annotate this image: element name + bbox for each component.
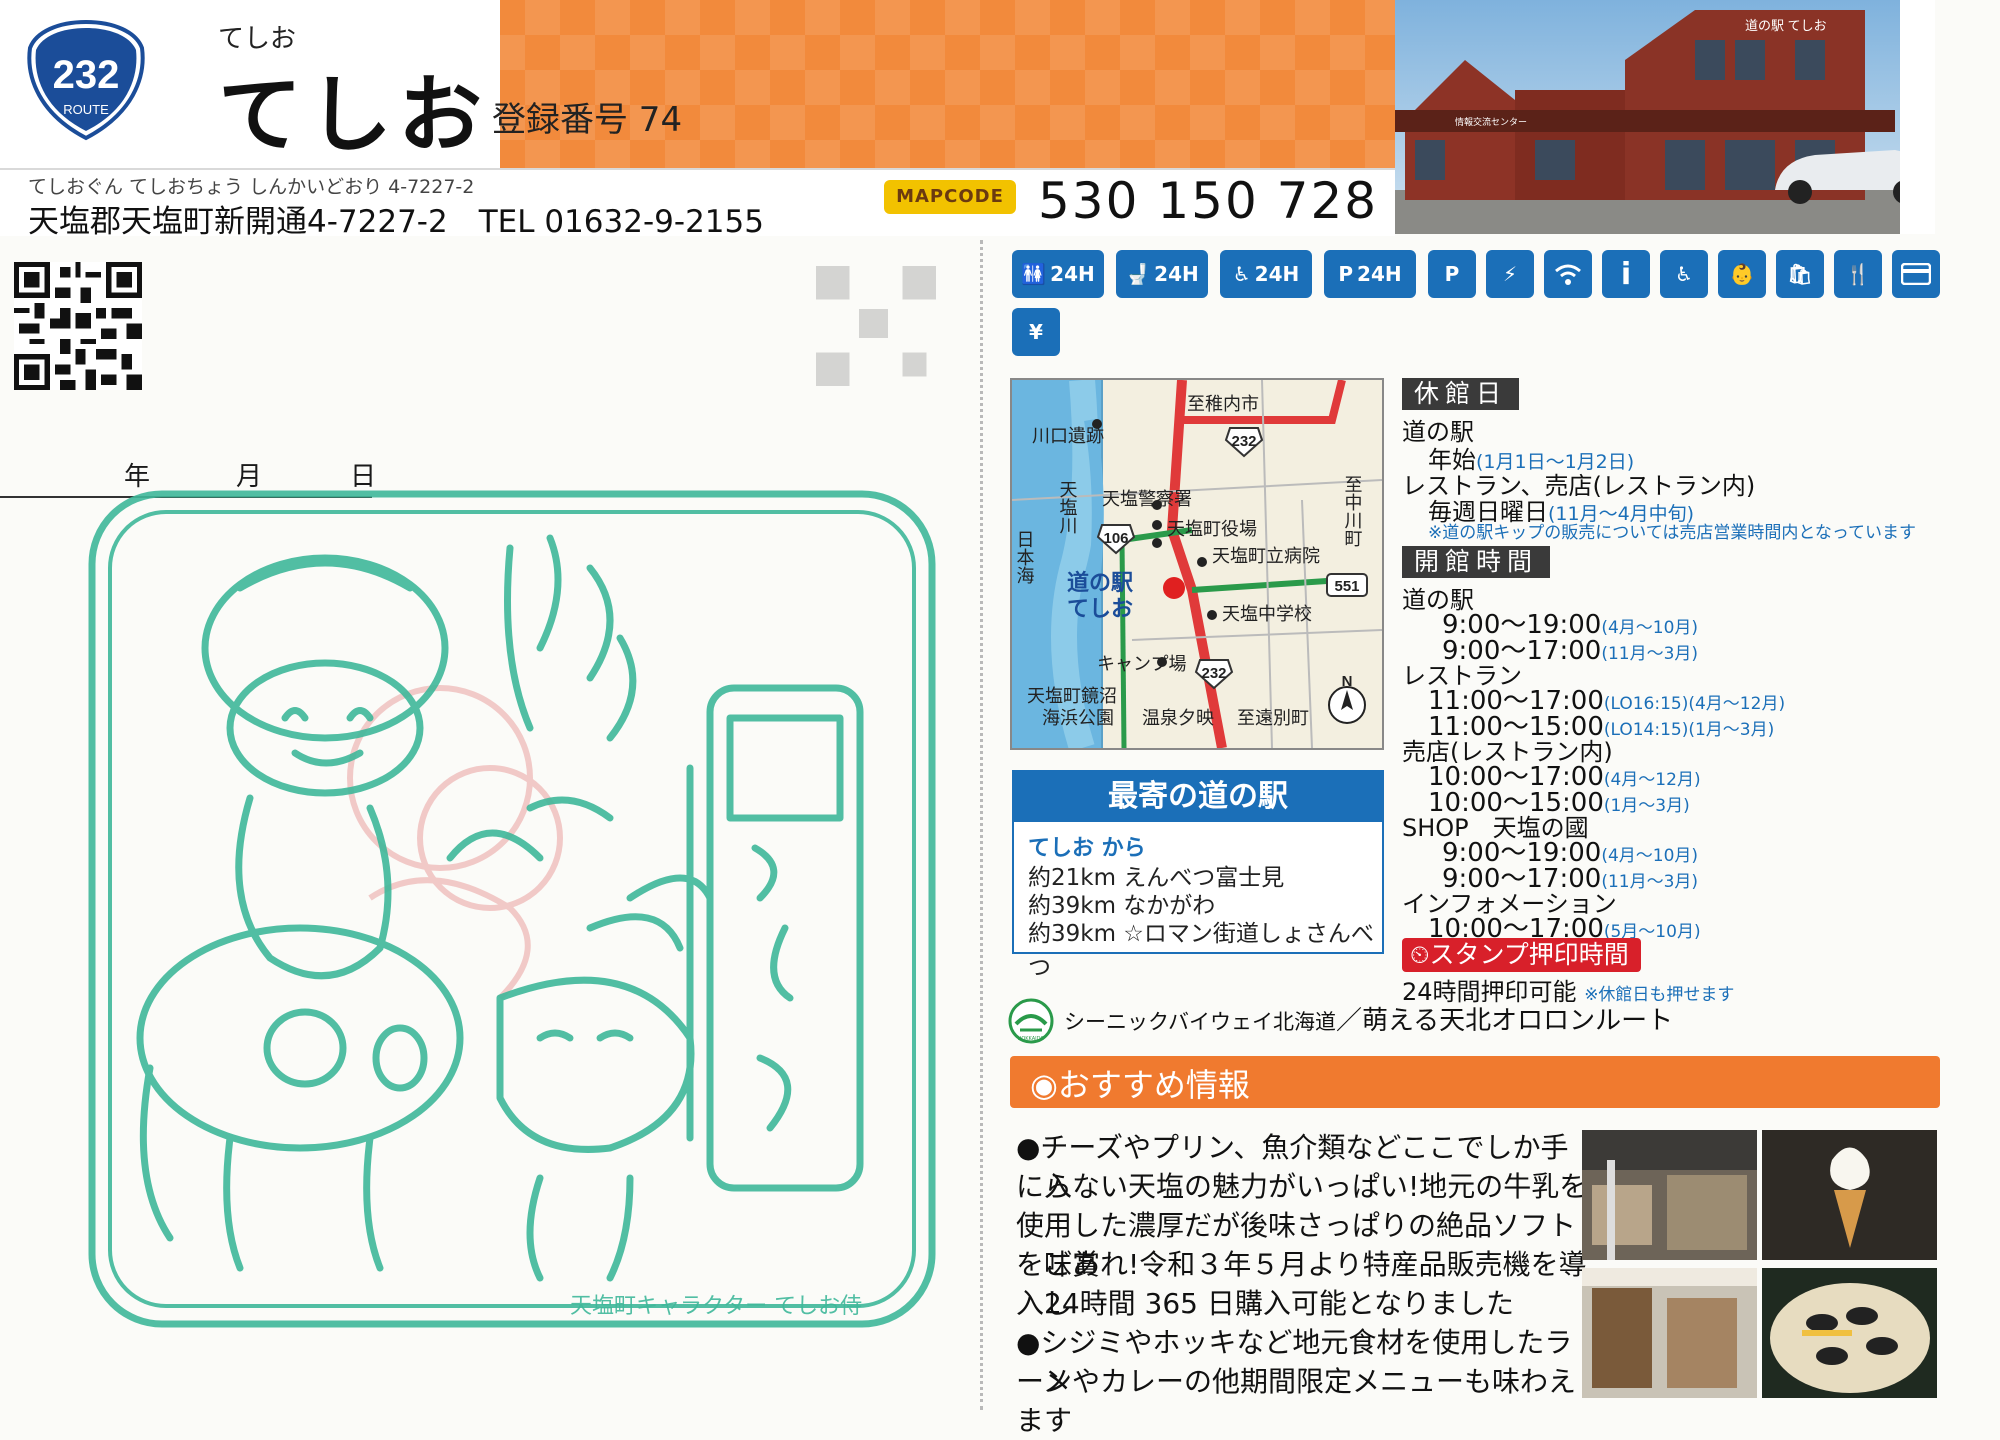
route-number: 232	[53, 53, 120, 97]
credit-card-icon	[1892, 250, 1940, 298]
map-route-551: 551	[1334, 578, 1359, 595]
stamp-caption: 天塩町キャラクター てしお侍	[570, 1294, 862, 1319]
map-label-to-nakagawa: 至中川町	[1342, 475, 1363, 547]
closed-note: ※道の駅キップの販売については売店営業時間内となっています	[1428, 523, 1917, 543]
map-label-station-2: てしお	[1067, 597, 1133, 622]
scenic-route: シーニックバイウェイ北海道／萌える天北オロロンルート	[1064, 1006, 1674, 1036]
scenic-byway-logo-icon: HOKKAIDO	[1008, 998, 1054, 1044]
photo-sign: 道の駅 てしお	[1745, 18, 1827, 33]
address-text: 天塩郡天塩町新開通4-7227-2 TEL 01632-9-2155	[28, 204, 764, 240]
restroom-icon: 🚻 24H	[1012, 250, 1104, 298]
toilet-icon: 🚽 24H	[1116, 250, 1208, 298]
map-north-icon: N	[1342, 673, 1353, 690]
map-label-to-wakkanai: 至稚内市	[1187, 394, 1259, 415]
commemorative-stamp: 天塩町キャラクター てしお侍	[88, 490, 936, 1328]
route-label: ROUTE	[63, 102, 109, 117]
map-label-hospital: 天塩町立病院	[1212, 546, 1320, 567]
map-label-kagami-2: 海浜公園	[1042, 708, 1114, 729]
nearest-title: 最寄の道の駅	[1014, 772, 1382, 822]
nearest-item: 約39km ☆ロマン街道しょさんべつ	[1028, 921, 1374, 981]
nearest-stations-box: 最寄の道の駅 てしお から 約21km えんべつ富士見 約39km なかがわ 約…	[1012, 770, 1384, 981]
wheelchair-icon: ♿	[1660, 250, 1708, 298]
map-route-232: 232	[1231, 433, 1256, 450]
map-label-onsen: 温泉夕映	[1142, 708, 1214, 729]
area-map: 至稚内市 川口遺跡 天塩警察署 天塩町役場 天塩町立病院 天塩中学校 キャンプ場…	[1010, 378, 1384, 750]
recommend-title: ◉おすすめ情報	[1030, 1066, 1250, 1104]
map-label-junior-high: 天塩中学校	[1222, 604, 1312, 625]
qr-code-icon[interactable]	[14, 262, 142, 390]
photo-sign-2: 情報交流センター	[1455, 116, 1527, 127]
map-route-232-b: 232	[1201, 665, 1226, 682]
clock-icon: ⏲	[1410, 940, 1430, 969]
ev-charger-icon: ⚡	[1486, 250, 1534, 298]
recommend-line: ンやカレーの他期間限定メニューも味わえます	[1016, 1365, 1577, 1437]
map-label-sea: 日本海	[1014, 530, 1035, 584]
page-title: てしお	[218, 66, 489, 164]
address-kana: てしおぐん てしおちょう しんかいどおり 4-7227-2	[28, 176, 475, 198]
mapcode-number: 530 150 728	[1038, 172, 1379, 230]
info-icon: i	[1602, 250, 1650, 298]
map-label-river: 天塩川	[1057, 480, 1078, 534]
opening-hours-title: 開館時間	[1402, 546, 1551, 578]
mobile-payment-icon: ¥	[1012, 308, 1060, 356]
facility-icon-row: 🚻 24H 🚽 24H ♿ 24H P 24H P ⚡ i ♿ 👶 🛍 🍴 ¥	[1012, 250, 1942, 370]
seafood-ramen-photo	[1762, 1268, 1937, 1398]
shop-interior-photo	[1582, 1130, 1757, 1260]
parking-icon: P 24H	[1324, 250, 1416, 298]
qr-code-ghost-icon	[816, 266, 936, 386]
scenic-logo-text: HOKKAIDO	[1018, 1036, 1045, 1042]
vending-area-photo	[1582, 1268, 1757, 1398]
map-label-camp: キャンプ場	[1097, 654, 1186, 675]
map-label-police: 天塩警察署	[1102, 489, 1192, 510]
map-label-kagami: 天塩町鏡沼	[1027, 686, 1117, 707]
mapcode-badge: MAPCODE	[884, 180, 1016, 214]
map-label-station: 道の駅	[1067, 570, 1133, 596]
baby-care-icon: 👶	[1718, 250, 1766, 298]
map-route-106: 106	[1103, 530, 1128, 547]
perforation-line	[980, 240, 983, 1410]
restaurant-icon: 🍴	[1834, 250, 1882, 298]
map-label-to-enbetsu: 至遠別町	[1237, 708, 1309, 729]
registration-number: 登録番号 74	[492, 100, 683, 140]
route-shield-icon: 232 ROUTE	[27, 19, 145, 141]
closed-days-title: 休館日	[1402, 378, 1520, 410]
accessible-restroom-icon: ♿ 24H	[1220, 250, 1312, 298]
map-label-town-office: 天塩町役場	[1167, 519, 1257, 540]
soft-serve-photo	[1762, 1130, 1937, 1260]
accessible-parking-icon: P	[1428, 250, 1476, 298]
shopping-icon: 🛍	[1776, 250, 1824, 298]
station-photo: 道の駅 てしお 情報交流センター	[1395, 0, 1935, 234]
recommend-line: 24時間 365 日購入可能となりました	[1016, 1287, 1515, 1320]
stamp-time-title: ⏲スタンプ押印時間	[1402, 938, 1641, 972]
wifi-icon	[1544, 250, 1592, 298]
map-label-kawaguchi: 川口遺跡	[1032, 426, 1104, 447]
